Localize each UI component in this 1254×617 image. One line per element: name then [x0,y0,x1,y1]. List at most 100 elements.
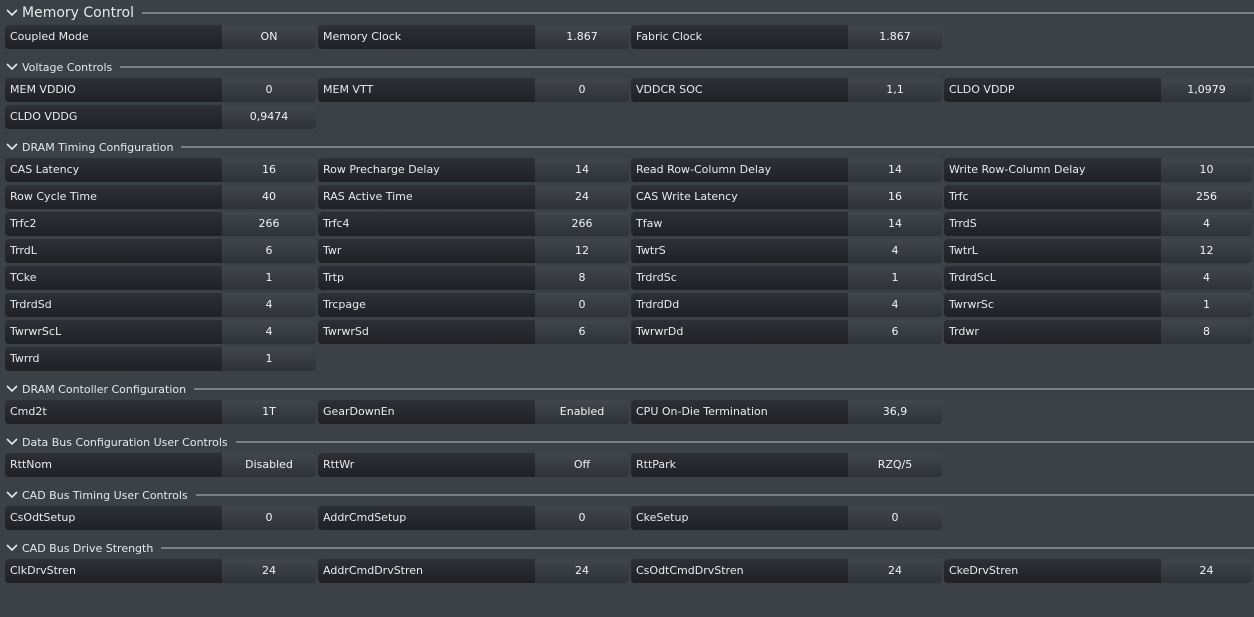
setting-value-input[interactable]: 12 [1161,239,1252,263]
setting-value-input[interactable]: 16 [222,158,316,182]
chevron-down-icon[interactable] [4,487,20,503]
setting-value-input[interactable]: 0 [535,506,629,530]
setting-field[interactable]: Read Row-Column Delay 14 [631,158,942,182]
setting-field[interactable]: Row Cycle Time 40 [5,185,316,209]
setting-field[interactable]: MEM VDDIO 0 [5,78,316,102]
setting-value-input[interactable]: 6 [535,320,629,344]
setting-field[interactable]: CAS Latency 16 [5,158,316,182]
setting-field[interactable]: CLDO VDDG 0,9474 [5,105,316,129]
setting-value-input[interactable]: 14 [848,212,942,236]
setting-field[interactable]: CkeSetup 0 [631,506,942,530]
section-header-5[interactable]: CAD Bus Timing User Controls [0,487,1254,503]
setting-field[interactable]: CsOdtCmdDrvStren 24 [631,559,942,583]
setting-value-input[interactable]: 12 [535,239,629,263]
setting-field[interactable]: Twr 12 [318,239,629,263]
setting-field[interactable]: Trcpage 0 [318,293,629,317]
setting-field[interactable]: CkeDrvStren 24 [944,559,1252,583]
setting-field[interactable]: Trtp 8 [318,266,629,290]
setting-value-input[interactable]: 10 [1161,158,1252,182]
setting-value-input[interactable]: 0 [535,78,629,102]
section-header-0[interactable]: Memory Control [0,4,1254,22]
setting-field[interactable]: Fabric Clock 1.867 [631,25,942,49]
setting-field[interactable]: TwtrS 4 [631,239,942,263]
setting-value-input[interactable]: 256 [1161,185,1252,209]
setting-field[interactable]: RttNom Disabled [5,453,316,477]
setting-field[interactable]: CLDO VDDP 1,0979 [944,78,1252,102]
setting-value-input[interactable]: 16 [848,185,942,209]
setting-field[interactable]: Write Row-Column Delay 10 [944,158,1252,182]
setting-value-input[interactable]: 1 [222,347,316,371]
setting-value-input[interactable]: 36,9 [848,400,942,424]
setting-field[interactable]: TCke 1 [5,266,316,290]
setting-value-input[interactable]: 0 [535,293,629,317]
chevron-down-icon[interactable] [4,540,20,556]
setting-field[interactable]: AddrCmdDrvStren 24 [318,559,629,583]
setting-value-input[interactable]: Off [535,453,629,477]
chevron-down-icon[interactable] [4,139,20,155]
setting-value-input[interactable]: 24 [222,559,316,583]
setting-value-input[interactable]: 40 [222,185,316,209]
setting-field[interactable]: ClkDrvStren 24 [5,559,316,583]
setting-field[interactable]: Memory Clock 1.867 [318,25,629,49]
setting-field[interactable]: Cmd2t 1T [5,400,316,424]
setting-value-input[interactable]: 14 [535,158,629,182]
setting-field[interactable]: CPU On-Die Termination 36,9 [631,400,942,424]
setting-field[interactable]: TwrwrDd 6 [631,320,942,344]
setting-field[interactable]: GearDownEn Enabled [318,400,629,424]
setting-value-input[interactable]: RZQ/5 [848,453,942,477]
setting-value-input[interactable]: 24 [535,185,629,209]
section-header-2[interactable]: DRAM Timing Configuration [0,139,1254,155]
setting-field[interactable]: TrdrdSc 1 [631,266,942,290]
setting-value-input[interactable]: 1.867 [848,25,942,49]
setting-value-input[interactable]: 1T [222,400,316,424]
setting-value-input[interactable]: 4 [848,239,942,263]
setting-value-input[interactable]: 266 [535,212,629,236]
setting-field[interactable]: TrdrdDd 4 [631,293,942,317]
setting-value-input[interactable]: 4 [1161,212,1252,236]
setting-value-input[interactable]: Disabled [222,453,316,477]
setting-value-input[interactable]: 6 [222,239,316,263]
setting-value-input[interactable]: 1 [848,266,942,290]
setting-field[interactable]: CAS Write Latency 16 [631,185,942,209]
setting-field[interactable]: RttWr Off [318,453,629,477]
section-header-3[interactable]: DRAM Contoller Configuration [0,381,1254,397]
setting-value-input[interactable]: ON [222,25,316,49]
setting-value-input[interactable]: 8 [535,266,629,290]
setting-value-input[interactable]: 6 [848,320,942,344]
setting-field[interactable]: TwrwrScL 4 [5,320,316,344]
setting-field[interactable]: TrdrdSd 4 [5,293,316,317]
setting-value-input[interactable]: 4 [1161,266,1252,290]
setting-field[interactable]: Row Precharge Delay 14 [318,158,629,182]
setting-value-input[interactable]: 1.867 [535,25,629,49]
chevron-down-icon[interactable] [4,434,20,450]
setting-value-input[interactable]: 0 [222,506,316,530]
setting-field[interactable]: TrrdL 6 [5,239,316,263]
setting-value-input[interactable]: 0 [222,78,316,102]
setting-value-input[interactable]: 24 [848,559,942,583]
setting-value-input[interactable]: 4 [222,293,316,317]
setting-value-input[interactable]: 1,0979 [1161,78,1252,102]
setting-field[interactable]: Coupled Mode ON [5,25,316,49]
setting-field[interactable]: Trfc4 266 [318,212,629,236]
setting-field[interactable]: VDDCR SOC 1,1 [631,78,942,102]
chevron-down-icon[interactable] [4,59,20,75]
setting-field[interactable]: Trfc 256 [944,185,1252,209]
setting-value-input[interactable]: 0,9474 [222,105,316,129]
setting-value-input[interactable]: 8 [1161,320,1252,344]
setting-value-input[interactable]: 24 [1161,559,1252,583]
section-header-1[interactable]: Voltage Controls [0,59,1254,75]
setting-value-input[interactable]: 24 [535,559,629,583]
setting-field[interactable]: TwtrL 12 [944,239,1252,263]
setting-value-input[interactable]: 14 [848,158,942,182]
setting-field[interactable]: CsOdtSetup 0 [5,506,316,530]
setting-value-input[interactable]: 1 [222,266,316,290]
setting-field[interactable]: RttPark RZQ/5 [631,453,942,477]
setting-field[interactable]: Twrrd 1 [5,347,316,371]
setting-value-input[interactable]: 266 [222,212,316,236]
setting-value-input[interactable]: 4 [848,293,942,317]
setting-value-input[interactable]: 4 [222,320,316,344]
setting-value-input[interactable]: 0 [848,506,942,530]
setting-value-input[interactable]: 1,1 [848,78,942,102]
setting-field[interactable]: AddrCmdSetup 0 [318,506,629,530]
setting-field[interactable]: Trdwr 8 [944,320,1252,344]
